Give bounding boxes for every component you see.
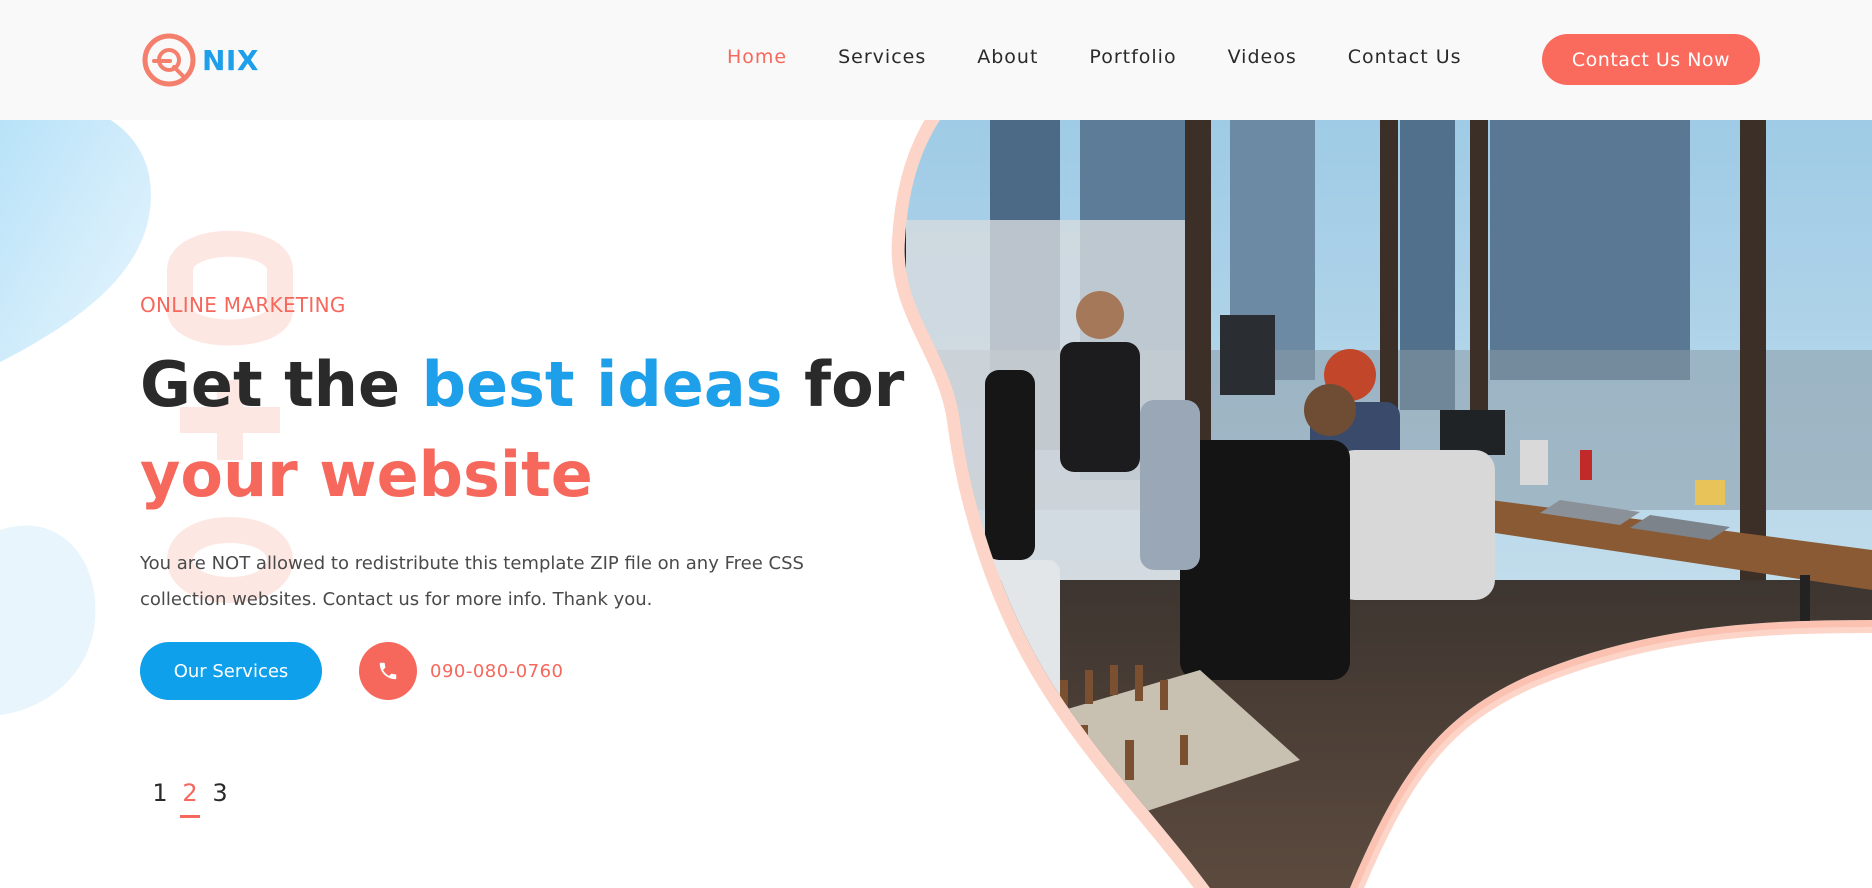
nav-contact-us[interactable]: Contact Us <box>1348 46 1462 68</box>
phone-link[interactable]: 090-080-0760 <box>359 642 564 700</box>
nav-portfolio[interactable]: Portfolio <box>1089 46 1176 68</box>
nav-services[interactable]: Services <box>838 46 926 68</box>
hero-title: Get the best ideas for your website <box>140 340 904 520</box>
title-highlight-blue: best ideas <box>421 348 783 421</box>
logo-text: NIX <box>202 43 259 77</box>
hero-description: You are NOT allowed to redistribute this… <box>140 553 804 610</box>
our-services-button[interactable]: Our Services <box>140 642 322 700</box>
page-1[interactable]: 1 <box>152 779 168 807</box>
nav-videos[interactable]: Videos <box>1228 46 1297 68</box>
title-text: Get the <box>140 348 422 421</box>
page-2[interactable]: 2 <box>180 779 200 818</box>
phone-icon <box>359 642 417 700</box>
page-3[interactable]: 3 <box>212 779 228 807</box>
phone-number: 090-080-0760 <box>430 660 564 682</box>
slider-pagination: 1 2 3 <box>152 779 242 818</box>
main-nav: Home Services About Portfolio Videos Con… <box>727 46 1513 68</box>
site-header: NIX Home Services About Portfolio Videos… <box>0 0 1872 120</box>
logo-icon <box>142 33 196 87</box>
contact-us-now-button[interactable]: Contact Us Now <box>1542 34 1760 85</box>
hero-kicker: ONLINE MARKETING <box>140 293 346 317</box>
nav-home[interactable]: Home <box>727 46 787 68</box>
logo[interactable]: NIX <box>140 31 259 89</box>
title-text-for: for <box>782 348 905 421</box>
title-highlight-coral: your website <box>140 438 593 511</box>
nav-about[interactable]: About <box>977 46 1038 68</box>
hero-office-image <box>891 120 1872 888</box>
